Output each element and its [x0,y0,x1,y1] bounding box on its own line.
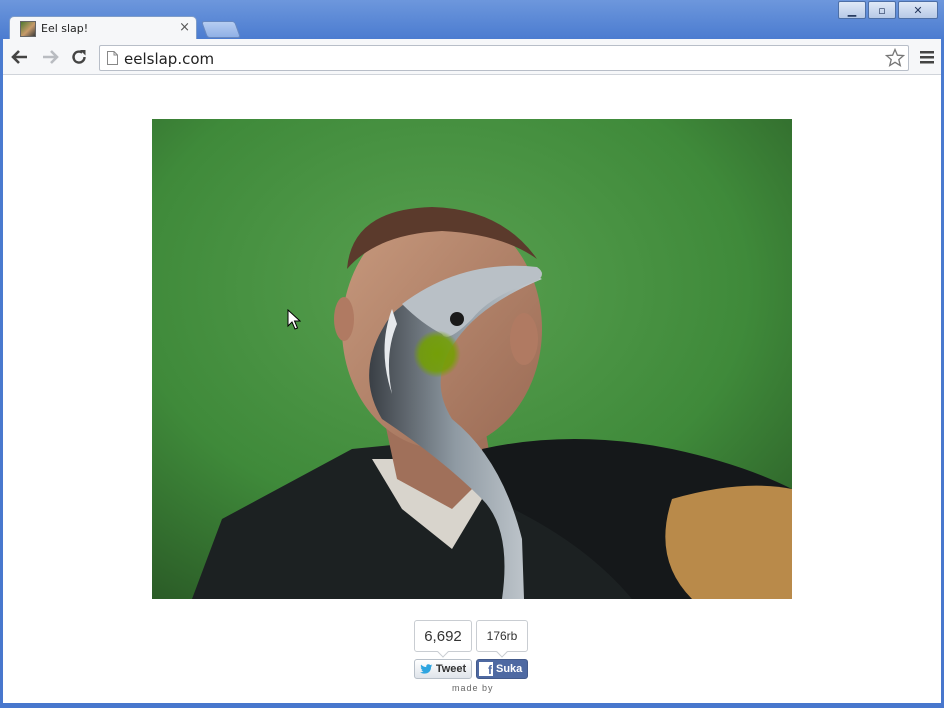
window-controls: ▁ ▫ ✕ [838,1,938,19]
facebook-icon: f [479,662,493,676]
tweet-button[interactable]: Tweet [414,659,472,679]
mouse-cursor-icon [287,309,301,330]
cursor-highlight [413,330,461,378]
forward-arrow-icon [43,50,59,64]
address-bar[interactable]: eelslap.com [99,45,909,71]
menu-icon[interactable] [919,48,935,66]
facebook-count-bubble: 176rb [476,620,528,652]
eel-slap-video[interactable] [152,119,792,599]
back-arrow-icon [11,50,27,64]
browser-window: ▁ ▫ ✕ Eel slap! × eelslap.com 6,692 176r… [0,0,944,708]
page-content: 6,692 176rb Tweet f Suka made by [3,75,941,703]
facebook-like-label: Suka [496,663,523,675]
star-icon[interactable] [885,48,905,68]
url-text: eelslap.com [124,50,215,68]
video-frame [152,119,792,599]
made-by-credit: made by [452,683,494,693]
tweet-count-bubble: 6,692 [414,620,472,652]
page-icon [107,51,118,65]
tab-eel-slap[interactable]: Eel slap! × [9,16,197,40]
facebook-count: 176rb [486,629,518,643]
minimize-button[interactable]: ▁ [838,1,866,19]
facebook-like-button[interactable]: f Suka [476,659,528,679]
maximize-button[interactable]: ▫ [868,1,896,19]
close-window-button[interactable]: ✕ [898,1,938,19]
tab-close-icon[interactable]: × [179,20,190,35]
tweet-count: 6,692 [424,627,462,645]
tweet-label: Tweet [435,663,467,675]
browser-toolbar: eelslap.com [3,39,941,75]
reload-button[interactable] [68,46,90,68]
tab-title: Eel slap! [41,22,89,35]
new-tab-button[interactable] [200,21,242,38]
reload-icon [72,50,86,64]
twitter-bird-icon [419,663,433,674]
back-button[interactable] [9,46,31,68]
eel-slap-favicon-icon [20,21,36,37]
forward-button[interactable] [39,46,61,68]
